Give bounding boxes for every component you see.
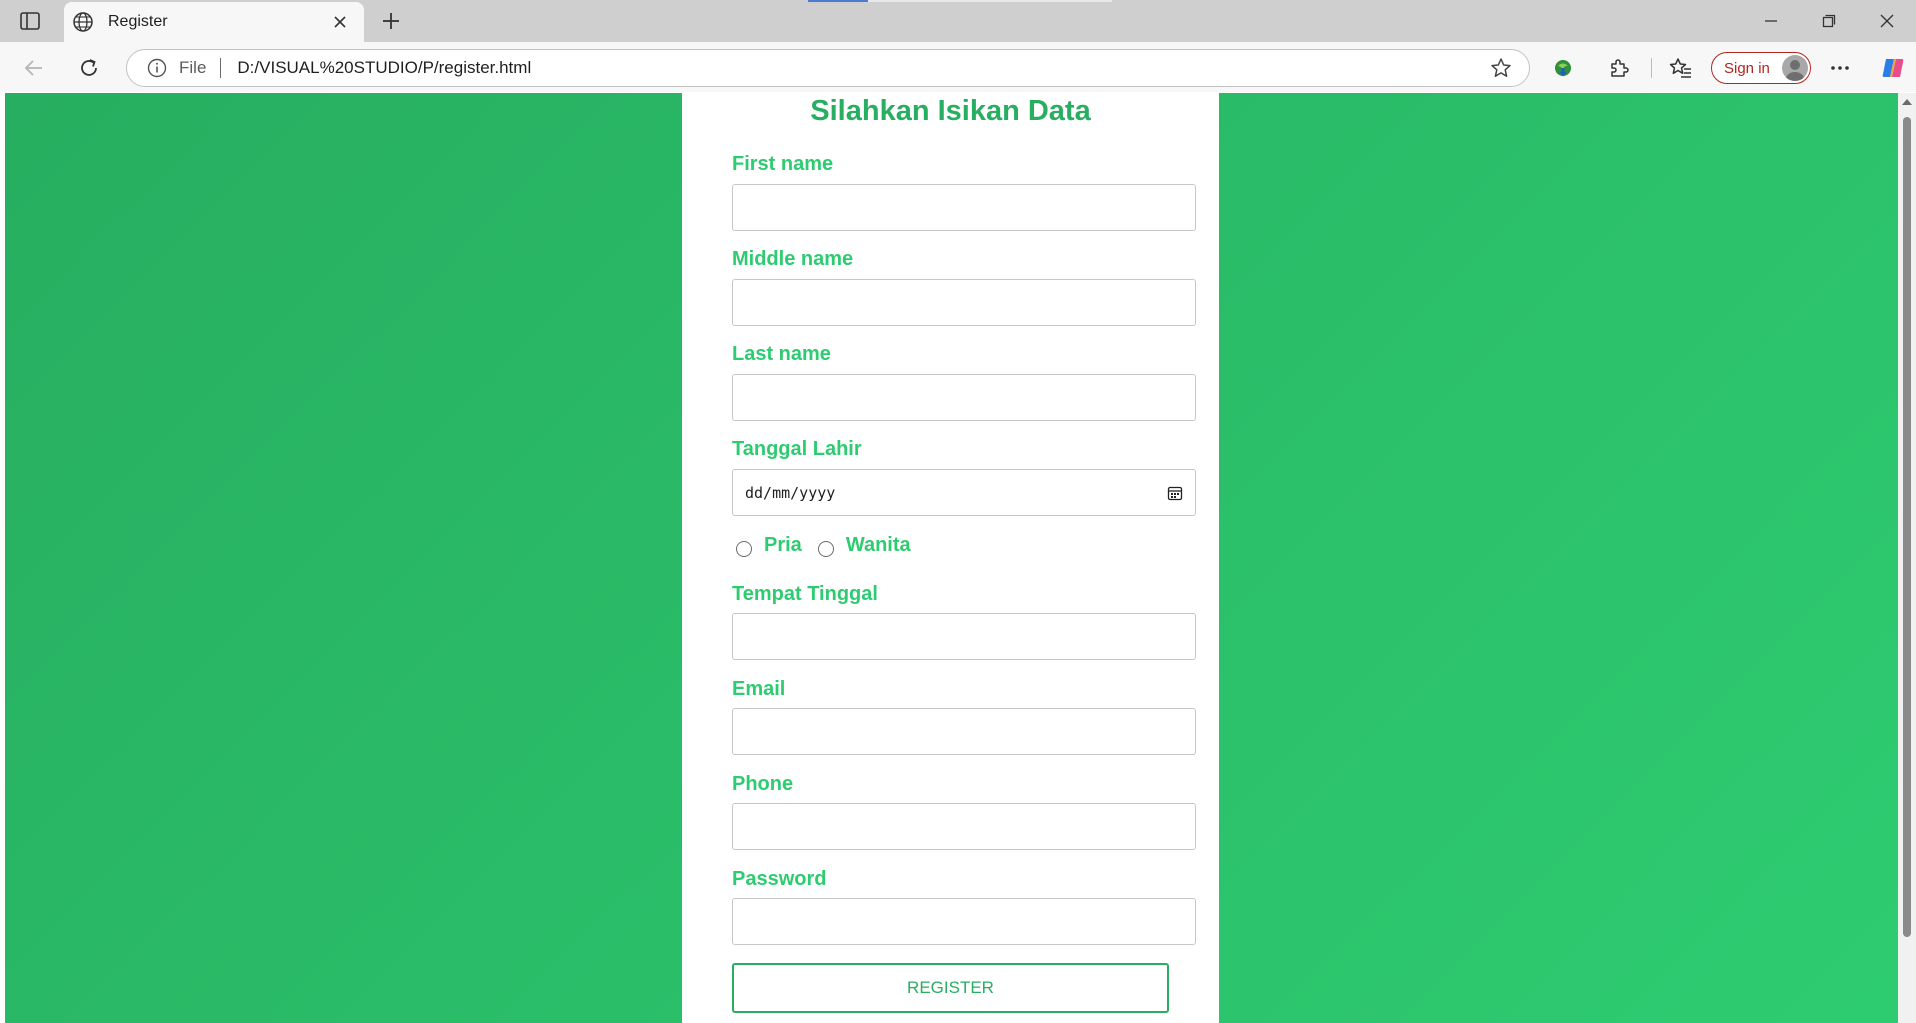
page-viewport: Silahkan Isikan Data First name Middle n… — [5, 93, 1898, 1023]
avatar — [1782, 55, 1808, 81]
star-icon — [1491, 58, 1511, 77]
register-button[interactable]: REGISTER — [732, 963, 1169, 1013]
gender-label-wanita[interactable]: Wanita — [846, 534, 911, 557]
gender-label-pria[interactable]: Pria — [764, 534, 802, 557]
new-tab-button[interactable] — [374, 6, 408, 36]
close-icon — [1880, 14, 1894, 28]
phone-input[interactable] — [732, 803, 1196, 850]
close-window-button[interactable] — [1858, 0, 1916, 42]
last-name-label: Last name — [732, 343, 831, 365]
minimize-button[interactable] — [1742, 0, 1800, 42]
minimize-icon — [1765, 20, 1777, 22]
scheme-label: File — [179, 58, 207, 77]
email-input[interactable] — [732, 708, 1196, 755]
form-title: Silahkan Isikan Data — [810, 95, 1091, 127]
page-scrollbar[interactable] — [1898, 93, 1916, 1023]
more-menu-button[interactable] — [1822, 51, 1858, 85]
loading-indicator — [808, 0, 868, 2]
close-icon — [334, 16, 346, 28]
favorites-icon — [1669, 58, 1691, 78]
back-button[interactable] — [16, 51, 52, 85]
favorite-button[interactable] — [1481, 57, 1521, 79]
birth-date-label: Tanggal Lahir — [732, 438, 862, 460]
info-icon[interactable] — [147, 58, 167, 78]
tab-actions-button[interactable] — [12, 6, 48, 36]
extension-download-button[interactable] — [1545, 51, 1581, 85]
scroll-up-arrow[interactable] — [1902, 99, 1912, 105]
tab-close-button[interactable] — [328, 10, 352, 34]
tab-bar: Register — [0, 0, 1916, 42]
loading-track — [868, 0, 1112, 2]
phone-label: Phone — [732, 773, 794, 795]
globe-download-icon — [1555, 60, 1571, 77]
tab-actions-icon — [20, 12, 40, 30]
copilot-icon — [1882, 59, 1904, 77]
gender-radio-wanita[interactable] — [817, 541, 834, 557]
copilot-button[interactable] — [1875, 51, 1911, 85]
plus-icon — [383, 13, 399, 29]
puzzle-icon — [1611, 59, 1629, 77]
sign-in-label: Sign in — [1724, 59, 1770, 77]
address-label: Tempat Tinggal — [732, 583, 878, 605]
refresh-button[interactable] — [71, 51, 107, 85]
password-label: Password — [732, 868, 827, 890]
last-name-input[interactable] — [732, 374, 1196, 421]
toolbar-divider — [1651, 58, 1652, 78]
refresh-icon — [81, 59, 97, 76]
first-name-input[interactable] — [732, 184, 1196, 231]
address-bar[interactable]: File D:/VISUAL%20STUDIO/P/register.html — [126, 49, 1530, 87]
restore-icon — [1822, 14, 1836, 28]
person-icon — [1786, 60, 1804, 81]
arrow-left-icon — [24, 60, 42, 76]
sign-in-button[interactable]: Sign in — [1711, 52, 1811, 84]
window-controls — [1742, 0, 1916, 42]
favorites-button[interactable] — [1663, 51, 1699, 85]
calendar-icon[interactable] — [1167, 485, 1183, 501]
extensions-button[interactable] — [1601, 51, 1637, 85]
birth-date-placeholder: dd/mm/yyyy — [745, 483, 836, 502]
middle-name-input[interactable] — [732, 279, 1196, 326]
first-name-label: First name — [732, 153, 834, 175]
url-text[interactable]: D:/VISUAL%20STUDIO/P/register.html — [237, 58, 1481, 78]
address-input[interactable] — [732, 613, 1196, 660]
email-label: Email — [732, 678, 786, 700]
scrollbar-thumb[interactable] — [1903, 117, 1911, 937]
tab-register[interactable]: Register — [64, 2, 364, 42]
tab-title: Register — [108, 13, 168, 30]
middle-name-label: Middle name — [732, 248, 854, 270]
gender-radio-pria[interactable] — [736, 541, 752, 557]
address-divider — [220, 58, 222, 78]
restore-button[interactable] — [1800, 0, 1858, 42]
more-horizontal-icon — [1831, 66, 1849, 70]
birth-date-input[interactable]: dd/mm/yyyy — [732, 469, 1196, 516]
password-input[interactable] — [732, 898, 1196, 945]
gender-radio-group: Pria Wanita — [736, 533, 927, 557]
register-form-card: Silahkan Isikan Data First name Middle n… — [682, 93, 1219, 1023]
browser-toolbar: File D:/VISUAL%20STUDIO/P/register.html — [0, 42, 1916, 92]
globe-icon — [73, 12, 93, 32]
